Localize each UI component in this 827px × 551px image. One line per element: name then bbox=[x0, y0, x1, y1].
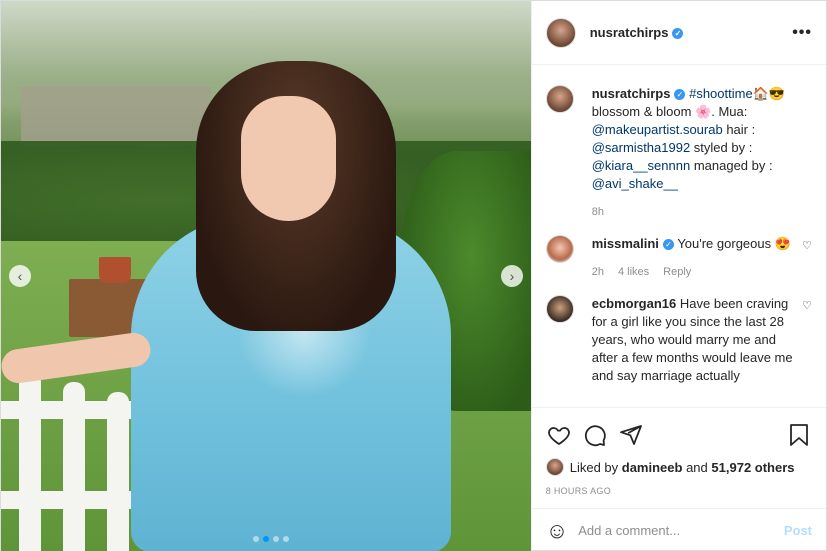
likes-connector: and bbox=[686, 459, 708, 475]
comment: ecbmorgan16 Have been craving for a girl… bbox=[545, 295, 812, 385]
avatar[interactable] bbox=[545, 235, 574, 263]
post-header: nusratchirps ✓ ••• bbox=[531, 1, 826, 65]
fence-picket bbox=[107, 392, 129, 551]
share-icon[interactable] bbox=[618, 422, 644, 448]
action-icons bbox=[546, 416, 812, 454]
photo-flower-pot bbox=[99, 257, 131, 283]
caption: nusratchirps ✓ #shoottime🏠😎 blossom & blo… bbox=[545, 85, 812, 221]
likes-count[interactable]: 51,972 others bbox=[711, 460, 794, 475]
carousel-dot bbox=[273, 536, 279, 542]
bookmark-icon[interactable] bbox=[786, 422, 812, 448]
comment-username[interactable]: ecbmorgan16 bbox=[592, 296, 677, 311]
caption-text: managed by : bbox=[690, 158, 773, 173]
comment-username[interactable]: missmalini bbox=[592, 236, 659, 251]
comment-body: missmalini ✓ You're gorgeous 😍 2h 4 likes… bbox=[592, 235, 794, 281]
carousel-next-button[interactable]: › bbox=[501, 265, 523, 287]
comment-time[interactable]: 2h bbox=[592, 263, 604, 281]
avatar[interactable] bbox=[545, 17, 576, 48]
carousel-dot-active bbox=[263, 536, 269, 542]
avatar[interactable] bbox=[545, 85, 574, 113]
photo-face bbox=[241, 96, 336, 221]
caption-meta: 8h bbox=[592, 203, 812, 221]
reply-button[interactable]: Reply bbox=[663, 263, 691, 281]
chevron-left-icon: ‹ bbox=[17, 268, 23, 284]
caption-emoji: 🌸 bbox=[695, 104, 712, 119]
caption-time[interactable]: 8h bbox=[592, 203, 604, 221]
post-actions: Liked by damineeb and 51,972 others 8 HO… bbox=[531, 407, 826, 496]
comment-likes[interactable]: 4 likes bbox=[618, 263, 649, 281]
hashtag-link[interactable]: #shoottime bbox=[689, 86, 753, 101]
caption-text: styled by : bbox=[690, 140, 753, 155]
mention-link[interactable]: @makeupartist.sourab bbox=[592, 122, 723, 137]
mention-link[interactable]: @sarmistha1992 bbox=[592, 140, 690, 155]
mention-link[interactable]: @kiara__sennnn bbox=[592, 158, 690, 173]
verified-badge-icon: ✓ bbox=[662, 239, 674, 251]
comment-like-icon[interactable]: ♡ bbox=[802, 299, 812, 385]
liker-username[interactable]: damineeb bbox=[622, 460, 683, 475]
fence-picket bbox=[63, 382, 85, 551]
instagram-post: ‹ › nusratchirps ✓ ••• nusratchirps ✓ #sho… bbox=[0, 0, 827, 551]
comment-like-icon[interactable]: ♡ bbox=[802, 239, 812, 281]
carousel-dot bbox=[283, 536, 289, 542]
caption-text: blossom & bloom bbox=[591, 104, 692, 119]
heart-icon[interactable] bbox=[546, 422, 572, 448]
fence-picket bbox=[19, 372, 41, 551]
likes-summary: Liked by damineeb and 51,972 others bbox=[545, 458, 812, 476]
caption-text: . Mua: bbox=[711, 104, 748, 119]
post-image[interactable]: ‹ › bbox=[1, 1, 531, 551]
avatar[interactable] bbox=[545, 458, 564, 476]
chevron-right-icon: › bbox=[509, 268, 515, 284]
comments-list: nusratchirps ✓ #shoottime🏠😎 blossom & blo… bbox=[532, 65, 826, 407]
carousel-dot bbox=[253, 536, 259, 542]
username[interactable]: nusratchirps ✓ bbox=[590, 25, 684, 40]
post-button[interactable]: Post bbox=[784, 523, 812, 538]
comment: missmalini ✓ You're gorgeous 😍 2h 4 likes… bbox=[545, 235, 812, 281]
username-text[interactable]: nusratchirps bbox=[590, 25, 669, 40]
post-timestamp[interactable]: 8 HOURS AGO bbox=[546, 486, 812, 496]
likes-prefix: Liked by bbox=[569, 459, 619, 475]
more-options-icon[interactable]: ••• bbox=[792, 24, 812, 42]
emoji-icon[interactable]: ☺ bbox=[546, 518, 568, 544]
verified-badge-icon: ✓ bbox=[672, 28, 684, 40]
caption-text: hair : bbox=[722, 122, 756, 137]
comment-text: You're gorgeous 😍 bbox=[677, 236, 791, 251]
caption-body: nusratchirps ✓ #shoottime🏠😎 blossom & blo… bbox=[592, 85, 812, 221]
verified-badge-icon: ✓ bbox=[674, 89, 686, 101]
caption-emoji: 🏠😎 bbox=[752, 86, 786, 101]
carousel-dots bbox=[253, 536, 289, 542]
carousel-prev-button[interactable]: ‹ bbox=[9, 265, 31, 287]
add-comment-bar: ☺ Post bbox=[531, 508, 826, 551]
caption-username[interactable]: nusratchirps bbox=[592, 86, 671, 101]
mention-link[interactable]: @avi_shake__ bbox=[592, 176, 678, 191]
avatar[interactable] bbox=[545, 295, 574, 323]
comment-meta: 2h 4 likes Reply bbox=[592, 263, 794, 281]
photo-wall bbox=[21, 86, 211, 146]
comment-icon[interactable] bbox=[582, 422, 608, 448]
photo-fence bbox=[1, 361, 151, 551]
comment-input[interactable] bbox=[578, 523, 784, 538]
comment-body: ecbmorgan16 Have been craving for a girl… bbox=[592, 295, 794, 385]
post-sidebar: nusratchirps ✓ ••• nusratchirps ✓ #shootti… bbox=[530, 1, 826, 551]
